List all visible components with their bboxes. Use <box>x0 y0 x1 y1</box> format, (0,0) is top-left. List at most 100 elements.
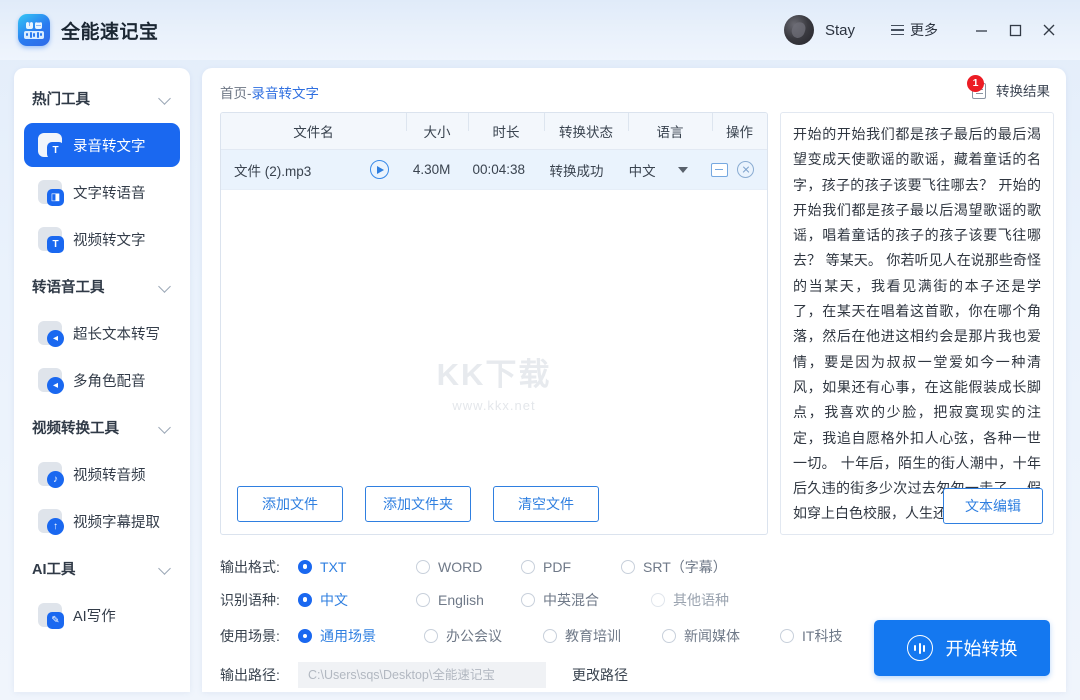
radio-label: 通用场景 <box>320 626 376 646</box>
folder-icon[interactable] <box>711 163 728 177</box>
radio-language-other[interactable]: 其他语种 <box>651 590 729 610</box>
sidebar-item-text-to-speech[interactable]: ◨ 文字转语音 <box>24 170 180 214</box>
sidebar-item-label: 录音转文字 <box>73 135 146 156</box>
sidebar-item-multi-role-dubbing[interactable]: ◂ 多角色配音 <box>24 358 180 402</box>
table-row[interactable]: 文件 (2).mp3 4.30M 00:04:38 转换成功 中文 <box>221 150 767 190</box>
option-row-language: 识别语种: 中文 English 中英混合 其他语种 <box>220 583 1050 616</box>
radio-format-txt[interactable]: TXT <box>298 559 416 575</box>
results-count-badge: 1 <box>967 75 984 92</box>
column-header-language: 语言 <box>628 121 712 141</box>
column-header-status: 转换状态 <box>544 121 628 141</box>
video-to-audio-icon: ♪ <box>38 462 62 486</box>
sidebar-group-speech-tools[interactable]: 转语音工具 <box>14 264 190 308</box>
radio-language-mixed[interactable]: 中英混合 <box>521 590 651 610</box>
sidebar-item-audio-to-text[interactable]: T 录音转文字 <box>24 123 180 167</box>
cell-language[interactable]: 中文 <box>617 160 699 180</box>
hamburger-icon <box>891 25 904 36</box>
add-folder-button[interactable]: 添加文件夹 <box>365 486 471 522</box>
user-name[interactable]: Stay <box>825 22 855 39</box>
radio-format-srt[interactable]: SRT（字幕） <box>621 557 727 577</box>
transcript-panel[interactable]: 开始的开始我们都是孩子最后的最后渴望变成天使歌谣的歌谣，藏着童话的名字，孩子的孩… <box>780 112 1054 535</box>
clear-files-button[interactable]: 清空文件 <box>493 486 599 522</box>
sidebar-item-long-text[interactable]: ◂ 超长文本转写 <box>24 311 180 355</box>
sidebar-group-label: 热门工具 <box>32 88 90 109</box>
more-menu-button[interactable]: 更多 <box>891 20 938 40</box>
maximize-button[interactable] <box>998 13 1032 47</box>
radio-scenario-it[interactable]: IT科技 <box>780 626 842 646</box>
cell-size: 4.30M <box>402 162 462 177</box>
app-title: 全能速记宝 <box>61 17 159 44</box>
avatar[interactable] <box>784 15 814 45</box>
radio-scenario-education[interactable]: 教育培训 <box>543 626 662 646</box>
radio-scenario-meeting[interactable]: 办公会议 <box>424 626 543 646</box>
sidebar-item-video-to-text[interactable]: T 视频转文字 <box>24 217 180 261</box>
radio-scenario-news[interactable]: 新闻媒体 <box>662 626 780 646</box>
app-brand: T二 全能速记宝 <box>0 14 159 46</box>
audio-to-text-icon: T <box>38 133 62 157</box>
radio-dot-icon <box>543 629 557 643</box>
sidebar-group-hot-tools[interactable]: 热门工具 <box>14 76 190 120</box>
cell-duration: 00:04:38 <box>462 162 536 177</box>
column-header-filename: 文件名 <box>221 121 406 141</box>
file-table: 文件名 大小 时长 转换状态 语言 操作 文件 (2).mp3 4.30M 00… <box>220 112 768 535</box>
radio-dot-icon <box>424 629 438 643</box>
remove-icon[interactable] <box>737 161 754 178</box>
start-convert-button[interactable]: 开始转换 <box>874 620 1050 676</box>
radio-format-pdf[interactable]: PDF <box>521 559 621 575</box>
maximize-icon <box>1008 23 1023 38</box>
option-row-output-format: 输出格式: TXT WORD PDF SRT（字幕） <box>220 550 1050 583</box>
output-path-input[interactable]: C:\Users\sqs\Desktop\全能速记宝 <box>298 662 546 688</box>
long-text-icon: ◂ <box>38 321 62 345</box>
transcript-text: 开始的开始我们都是孩子最后的最后渴望变成天使歌谣的歌谣，藏着童话的名字，孩子的孩… <box>793 123 1041 528</box>
conversion-results-label: 转换结果 <box>996 80 1050 100</box>
sidebar-group-label: 转语音工具 <box>32 276 105 297</box>
minimize-button[interactable] <box>964 13 998 47</box>
minimize-icon <box>974 23 989 38</box>
radio-label: TXT <box>320 559 346 575</box>
convert-icon <box>907 635 933 661</box>
column-header-size: 大小 <box>406 121 468 141</box>
sidebar-item-label: 超长文本转写 <box>73 323 160 344</box>
option-label-scenario: 使用场景: <box>220 626 298 646</box>
add-file-button[interactable]: 添加文件 <box>237 486 343 522</box>
sidebar-item-video-to-audio[interactable]: ♪ 视频转音频 <box>24 452 180 496</box>
radio-scenario-general[interactable]: 通用场景 <box>298 626 424 646</box>
close-icon <box>1041 22 1057 38</box>
main-panel: 首页-录音转文字 1 转换结果 文件名 大小 时长 转换状态 语言 操作 文件 … <box>202 68 1066 692</box>
sidebar: 热门工具 T 录音转文字 ◨ 文字转语音 T 视频转文字 转语音工具 ◂ 超长文… <box>14 68 190 692</box>
more-menu-label: 更多 <box>910 20 938 40</box>
close-button[interactable] <box>1032 13 1066 47</box>
sidebar-group-ai-tools[interactable]: AI工具 <box>14 546 190 590</box>
breadcrumb-home[interactable]: 首页 <box>220 86 247 101</box>
sidebar-group-label: AI工具 <box>32 558 76 579</box>
sidebar-item-subtitle-extract[interactable]: ↑ 视频字幕提取 <box>24 499 180 543</box>
radio-dot-icon <box>521 593 535 607</box>
table-header-row: 文件名 大小 时长 转换状态 语言 操作 <box>221 113 767 150</box>
change-path-button[interactable]: 更改路径 <box>572 665 628 685</box>
cell-filename: 文件 (2).mp3 <box>221 160 402 180</box>
radio-label: 中英混合 <box>543 590 599 610</box>
conversion-results-button[interactable]: 1 转换结果 <box>971 80 1050 100</box>
radio-format-word[interactable]: WORD <box>416 559 521 575</box>
breadcrumb-current: 录音转文字 <box>252 86 320 101</box>
sidebar-item-label: 视频转音频 <box>73 464 146 485</box>
radio-language-chinese[interactable]: 中文 <box>298 590 416 610</box>
chevron-down-icon[interactable] <box>678 167 688 173</box>
cell-status: 转换成功 <box>536 160 618 180</box>
sidebar-group-video-tools[interactable]: 视频转换工具 <box>14 405 190 449</box>
multi-role-dubbing-icon: ◂ <box>38 368 62 392</box>
radio-dot-icon <box>298 560 312 574</box>
radio-dot-icon <box>521 560 535 574</box>
sidebar-item-label: 多角色配音 <box>73 370 146 391</box>
watermark-url: www.kkx.net <box>437 398 552 413</box>
column-header-duration: 时长 <box>468 121 544 141</box>
option-label-output-path: 输出路径: <box>220 665 298 685</box>
sidebar-item-ai-writing[interactable]: ✎ AI写作 <box>24 593 180 637</box>
play-icon[interactable] <box>370 160 389 179</box>
file-name-text: 文件 (2).mp3 <box>234 160 311 180</box>
watermark-title: KK下载 <box>437 349 552 394</box>
chevron-down-icon <box>159 282 172 290</box>
text-edit-button[interactable]: 文本编辑 <box>943 488 1043 524</box>
file-action-buttons: 添加文件 添加文件夹 清空文件 <box>221 486 767 522</box>
radio-language-english[interactable]: English <box>416 592 521 608</box>
